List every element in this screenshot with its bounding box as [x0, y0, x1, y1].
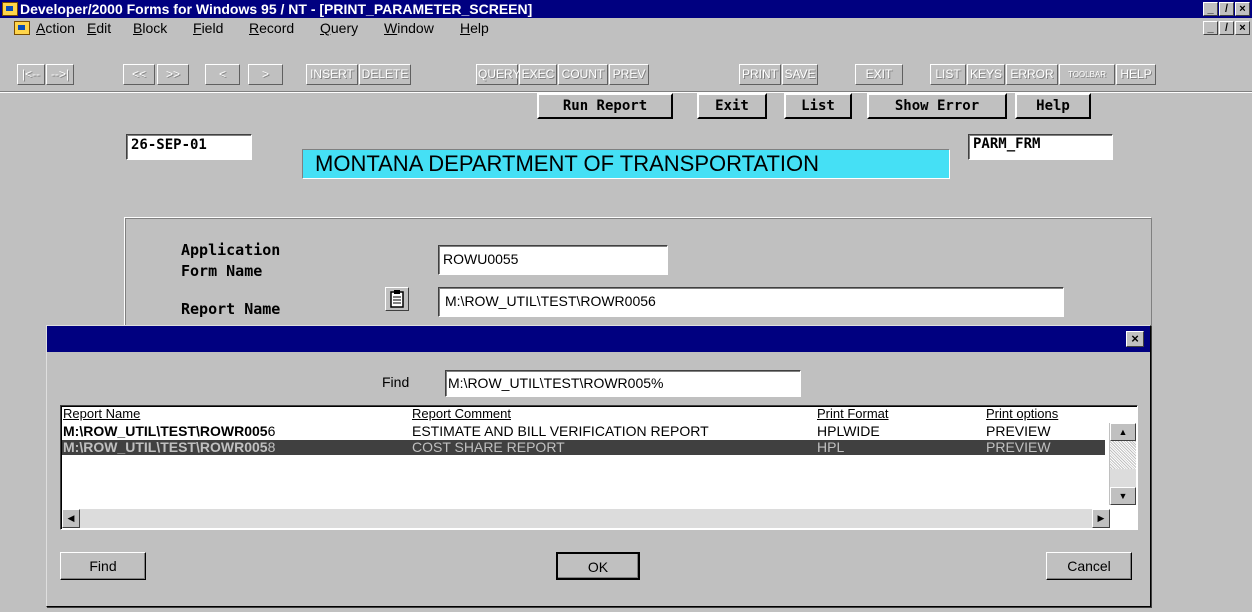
toolbar-keys-button[interactable]: KEYS [967, 64, 1005, 85]
column-print-format[interactable]: Print Format [817, 406, 889, 421]
column-report-comment[interactable]: Report Comment [412, 406, 511, 421]
toolbar-list-button[interactable]: LIST [930, 64, 966, 85]
report-name-cell: M:\ROW_UTIL\TEST\ROWR005 [63, 423, 268, 439]
toolbar-prev-button[interactable]: PREV [609, 64, 649, 85]
close-button[interactable]: × [1235, 2, 1250, 16]
toolbar-prev-block-button[interactable]: << [123, 64, 155, 85]
app-icon [2, 2, 18, 16]
toolbar-query-button[interactable]: QUERY [476, 64, 520, 85]
toolbar-exit-button[interactable]: EXIT [855, 64, 903, 85]
scroll-right-button[interactable]: ▶ [1092, 509, 1110, 528]
report-list-button[interactable] [385, 287, 409, 311]
toolbar-count-button[interactable]: COUNT [558, 64, 608, 85]
menu-edit[interactable]: Edit [87, 20, 111, 36]
scroll-down-button[interactable]: ▼ [1110, 487, 1136, 505]
toolbar-delete-button[interactable]: DELETE [359, 64, 411, 85]
form-name-label: Form Name [181, 262, 263, 280]
doc-close-button[interactable]: × [1235, 21, 1250, 35]
toolbar-insert-button[interactable]: INSERT [306, 64, 358, 85]
menu-block[interactable]: Block [133, 20, 167, 36]
report-name-cell: M:\ROW_UTIL\TEST\ROWR005 [63, 439, 268, 455]
print-options-cell: PREVIEW [986, 439, 1051, 455]
toolbar-save-button[interactable]: SAVE [782, 64, 818, 85]
cancel-button[interactable]: Cancel [1046, 552, 1132, 580]
list-item-selected[interactable]: M:\ROW_UTIL\TEST\ROWR0058 COST SHARE REP… [62, 440, 1105, 455]
toolbar-prev-record-button[interactable]: < [205, 64, 240, 85]
list-item[interactable]: M:\ROW_UTIL\TEST\ROWR0056 ESTIMATE AND B… [62, 424, 1105, 439]
report-name-tail: 8 [267, 439, 276, 455]
find-button[interactable]: Find [60, 552, 146, 580]
find-input[interactable]: M:\ROW_UTIL\TEST\ROWR005% [445, 370, 801, 397]
report-name-tail: 6 [267, 423, 276, 439]
application-form-name-field[interactable]: ROWU0055 [438, 245, 668, 275]
report-comment-cell: COST SHARE REPORT [412, 439, 565, 455]
menu-record[interactable]: Record [249, 20, 294, 36]
scroll-left-button[interactable]: ◀ [62, 509, 80, 528]
toolbar-help-button[interactable]: HELP [1116, 64, 1156, 85]
menu-bar: Action Edit Block Field Record Query Win… [0, 18, 1252, 39]
restore-button[interactable]: ̸ [1219, 2, 1234, 16]
show-error-button[interactable]: Show Error [867, 93, 1007, 119]
toolbar-next-block-button[interactable]: >> [157, 64, 189, 85]
title-bar: Developer/2000 Forms for Windows 95 / NT… [0, 0, 1252, 18]
toolbar: |<-- -->| << >> < > INSERT DELETE QUERY … [0, 39, 1252, 91]
vertical-scrollbar[interactable]: ▲ ▼ [1109, 423, 1136, 505]
exit-button[interactable]: Exit [697, 93, 767, 119]
page-title: MONTANA DEPARTMENT OF TRANSPORTATION [302, 149, 950, 179]
horizontal-scrollbar[interactable]: ◀ ▶ [62, 509, 1110, 528]
results-list[interactable]: Report Name Report Comment Print Format … [60, 405, 1138, 530]
toolbar-error-button[interactable]: ERROR [1006, 64, 1058, 85]
print-format-cell: HPLWIDE [817, 423, 880, 439]
doc-minimize-button[interactable]: _ [1203, 21, 1218, 35]
window-title: Developer/2000 Forms for Windows 95 / NT… [20, 1, 533, 17]
dialog-title-bar: × [47, 326, 1150, 352]
column-print-options[interactable]: Print options [986, 406, 1058, 421]
toolbar-next-record-button[interactable]: > [248, 64, 283, 85]
list-button[interactable]: List [784, 93, 852, 119]
doc-restore-button[interactable]: ̸ [1219, 21, 1234, 35]
print-options-cell: PREVIEW [986, 423, 1051, 439]
dialog-close-button[interactable]: × [1126, 331, 1144, 347]
column-report-name[interactable]: Report Name [63, 406, 140, 421]
date-field: 26-SEP-01 [126, 134, 252, 160]
menu-action[interactable]: Action [36, 20, 75, 36]
print-format-cell: HPL [817, 439, 845, 455]
clipboard-icon [390, 290, 404, 308]
minimize-button[interactable]: _ [1203, 2, 1218, 16]
scroll-up-button[interactable]: ▲ [1110, 423, 1136, 441]
report-name-field[interactable]: M:\ROW_UTIL\TEST\ROWR0056 [438, 287, 1064, 317]
menu-window[interactable]: Window [384, 20, 434, 36]
ok-button[interactable]: OK [556, 552, 640, 580]
toolbar-first-button[interactable]: |<-- [17, 64, 45, 85]
toolbar-print-button[interactable]: PRINT [739, 64, 781, 85]
menu-query[interactable]: Query [320, 20, 358, 36]
document-icon [14, 21, 30, 35]
menu-help[interactable]: Help [460, 20, 489, 36]
run-report-button[interactable]: Run Report [537, 93, 673, 119]
report-comment-cell: ESTIMATE AND BILL VERIFICATION REPORT [412, 423, 709, 439]
toolbar-toolbar-button[interactable]: TOOLBAR [1059, 64, 1115, 85]
toolbar-exec-button[interactable]: EXEC [519, 64, 557, 85]
menu-field[interactable]: Field [193, 20, 223, 36]
help-button[interactable]: Help [1015, 93, 1091, 119]
find-label: Find [382, 374, 410, 390]
find-dialog: × Find M:\ROW_UTIL\TEST\ROWR005% Report … [46, 325, 1151, 607]
report-name-label: Report Name [181, 300, 281, 318]
scroll-track[interactable] [1110, 441, 1136, 469]
application-label: Application [181, 241, 281, 259]
form-code-field: PARM_FRM [968, 134, 1113, 160]
toolbar-last-button[interactable]: -->| [46, 64, 74, 85]
